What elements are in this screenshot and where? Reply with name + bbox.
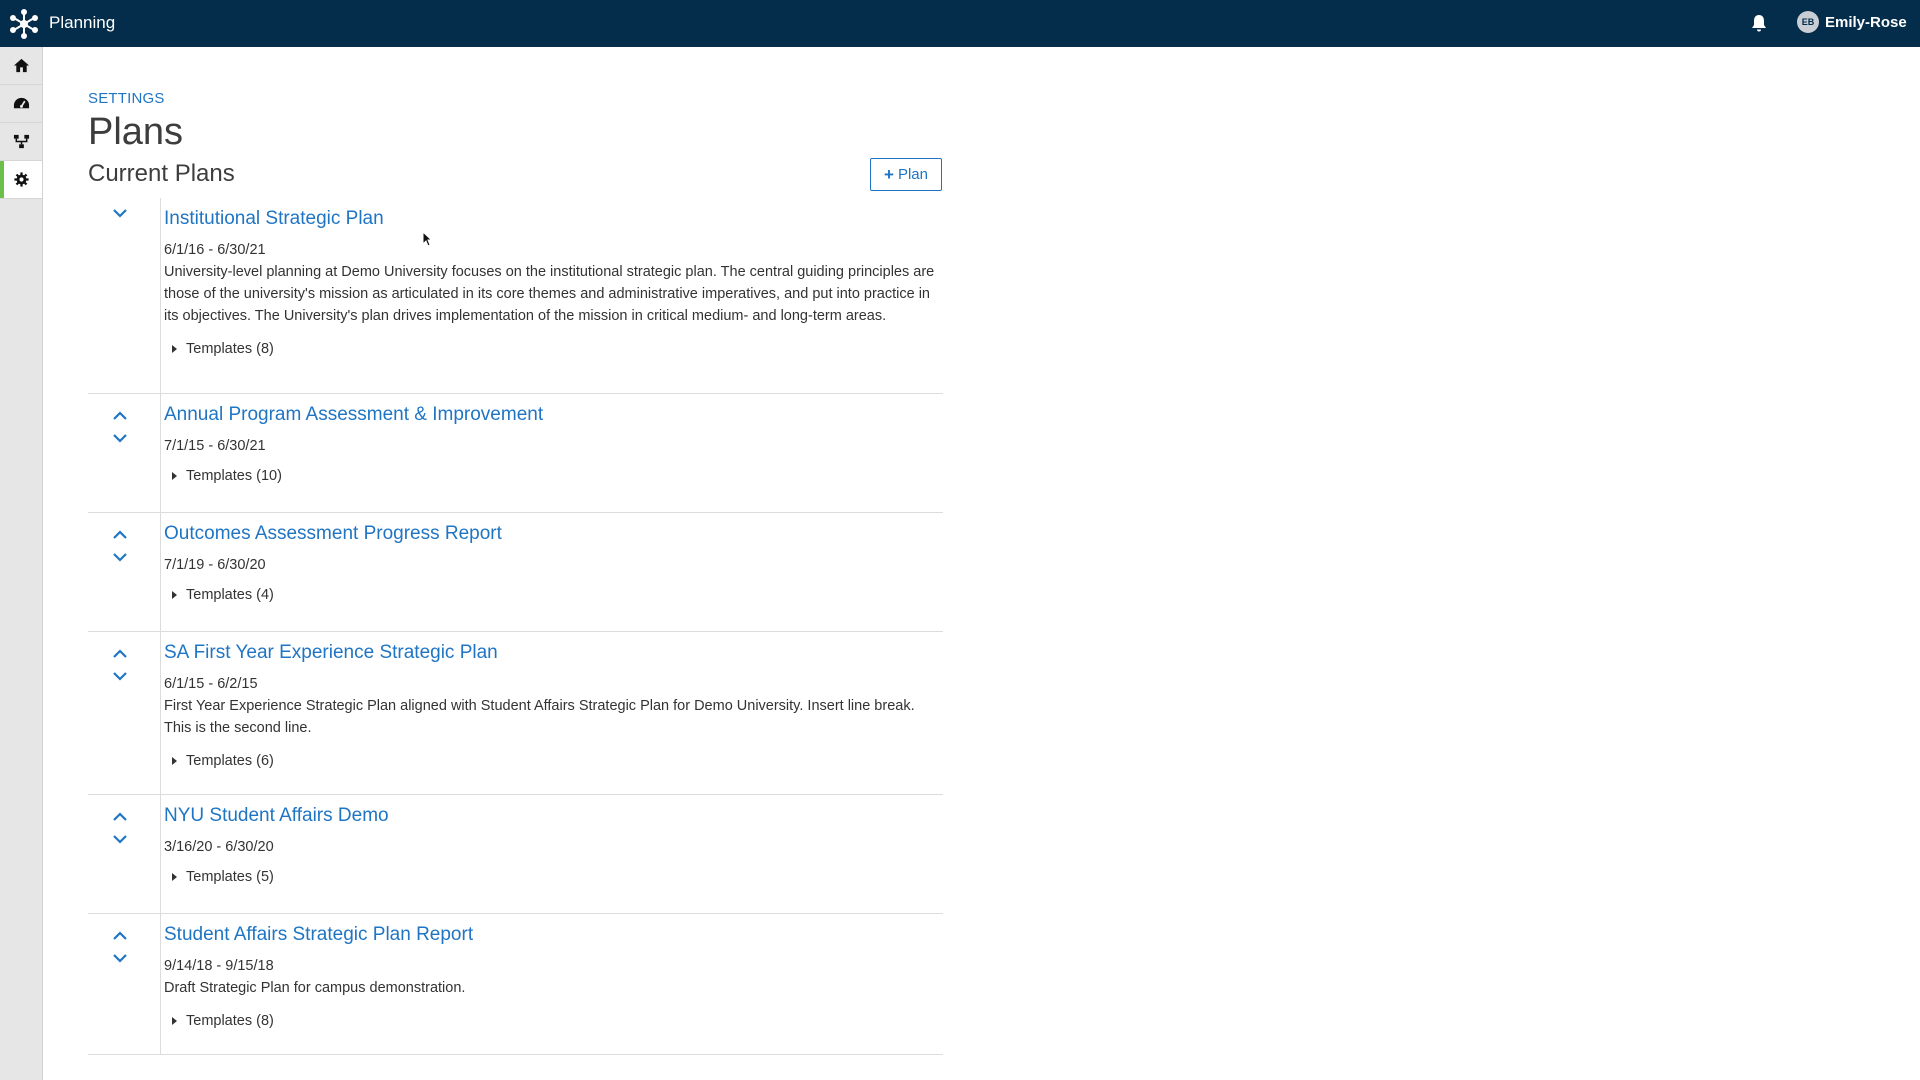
chevron-up-icon[interactable] xyxy=(112,529,128,541)
plan-title-link[interactable]: SA First Year Experience Strategic Plan xyxy=(164,642,498,664)
main-content: SETTINGS Plans Current Plans + Plan Inst… xyxy=(88,90,943,1055)
dashboard-icon xyxy=(13,97,29,109)
plan-item: Institutional Strategic Plan 6/1/16 - 6/… xyxy=(88,198,943,394)
templates-toggle[interactable]: Templates (8) xyxy=(164,341,942,357)
plan-dates: 7/1/19 - 6/30/20 xyxy=(164,557,266,573)
sidebar-item-dashboard[interactable] xyxy=(0,85,42,123)
plan-dates: 9/14/18 - 9/15/18 xyxy=(164,958,274,974)
templates-label: Templates (5) xyxy=(186,869,274,885)
plan-title-link[interactable]: Student Affairs Strategic Plan Report xyxy=(164,924,473,946)
caret-right-icon xyxy=(172,472,177,480)
plan-dates: 6/1/15 - 6/2/15 xyxy=(164,676,258,692)
sidebar-item-settings[interactable] xyxy=(0,161,42,199)
templates-label: Templates (6) xyxy=(186,753,274,769)
add-plan-button[interactable]: + Plan xyxy=(870,158,942,191)
gear-icon xyxy=(13,172,29,187)
templates-toggle[interactable]: Templates (10) xyxy=(164,468,942,484)
plan-dates: 3/16/20 - 6/30/20 xyxy=(164,839,274,855)
plus-icon: + xyxy=(884,164,894,184)
chevron-down-icon[interactable] xyxy=(112,207,128,219)
breadcrumb[interactable]: SETTINGS xyxy=(88,90,943,107)
sidebar-item-hierarchy[interactable] xyxy=(0,123,42,161)
chevron-down-icon[interactable] xyxy=(112,952,128,964)
plan-item: SA First Year Experience Strategic Plan … xyxy=(88,632,943,795)
page-title: Plans xyxy=(88,111,184,153)
templates-label: Templates (8) xyxy=(186,341,274,357)
reorder-controls xyxy=(112,207,128,229)
plan-item: Student Affairs Strategic Plan Report 9/… xyxy=(88,914,943,1055)
plan-description: First Year Experience Strategic Plan ali… xyxy=(164,698,915,736)
avatar: EB xyxy=(1797,11,1819,33)
plan-item: Annual Program Assessment & Improvement … xyxy=(88,394,943,513)
app-title[interactable]: Planning xyxy=(49,13,115,33)
plan-content: Annual Program Assessment & Improvement … xyxy=(160,394,942,513)
templates-label: Templates (4) xyxy=(186,587,274,603)
chevron-up-icon[interactable] xyxy=(112,811,128,823)
chevron-down-icon[interactable] xyxy=(112,833,128,845)
bell-icon[interactable] xyxy=(1749,13,1769,33)
templates-label: Templates (10) xyxy=(186,468,282,484)
chevron-up-icon[interactable] xyxy=(112,648,128,660)
reorder-controls xyxy=(112,930,128,974)
plan-title-link[interactable]: Outcomes Assessment Progress Report xyxy=(164,523,502,545)
home-icon xyxy=(13,58,29,73)
plan-content: Student Affairs Strategic Plan Report 9/… xyxy=(160,914,942,1055)
plan-content: SA First Year Experience Strategic Plan … xyxy=(160,632,942,795)
plan-content: Outcomes Assessment Progress Report 7/1/… xyxy=(160,513,942,632)
chevron-down-icon[interactable] xyxy=(112,432,128,444)
chevron-up-icon[interactable] xyxy=(112,410,128,422)
sidebar-item-home[interactable] xyxy=(0,47,42,85)
caret-right-icon xyxy=(172,1017,177,1025)
templates-toggle[interactable]: Templates (5) xyxy=(164,869,942,885)
templates-toggle[interactable]: Templates (4) xyxy=(164,587,942,603)
reorder-controls xyxy=(112,529,128,573)
templates-toggle[interactable]: Templates (8) xyxy=(164,1013,942,1029)
plan-item: Outcomes Assessment Progress Report 7/1/… xyxy=(88,513,943,632)
mouse-cursor-icon xyxy=(422,231,432,247)
sidebar xyxy=(0,47,43,1080)
network-logo-icon[interactable] xyxy=(8,8,40,40)
caret-right-icon xyxy=(172,873,177,881)
add-plan-label: Plan xyxy=(897,166,928,183)
plan-title-link[interactable]: Institutional Strategic Plan xyxy=(164,208,384,230)
chevron-down-icon[interactable] xyxy=(112,551,128,563)
caret-right-icon xyxy=(172,345,177,353)
plan-item: NYU Student Affairs Demo 3/16/20 - 6/30/… xyxy=(88,795,943,914)
reorder-controls xyxy=(112,410,128,454)
plan-title-link[interactable]: NYU Student Affairs Demo xyxy=(164,805,389,827)
user-name: Emily-Rose xyxy=(1825,13,1907,31)
chevron-up-icon[interactable] xyxy=(112,930,128,942)
plan-dates: 6/1/16 - 6/30/21 xyxy=(164,242,266,258)
reorder-controls xyxy=(112,811,128,855)
reorder-controls xyxy=(112,648,128,692)
top-bar: Planning EB Emily-Rose xyxy=(0,0,1920,47)
plan-list: Institutional Strategic Plan 6/1/16 - 6/… xyxy=(88,198,943,1055)
plan-dates: 7/1/15 - 6/30/21 xyxy=(164,438,266,454)
user-menu[interactable]: EB Emily-Rose xyxy=(1797,11,1907,33)
templates-label: Templates (8) xyxy=(186,1013,274,1029)
hierarchy-icon xyxy=(13,134,29,149)
caret-right-icon xyxy=(172,757,177,765)
plan-title-link[interactable]: Annual Program Assessment & Improvement xyxy=(164,404,543,426)
caret-right-icon xyxy=(172,591,177,599)
section-header: Current Plans + Plan xyxy=(88,154,943,198)
templates-toggle[interactable]: Templates (6) xyxy=(164,753,942,769)
section-title: Current Plans xyxy=(88,160,235,187)
plan-description: Draft Strategic Plan for campus demonstr… xyxy=(164,980,466,996)
plan-description: University-level planning at Demo Univer… xyxy=(164,264,935,324)
plan-content: NYU Student Affairs Demo 3/16/20 - 6/30/… xyxy=(160,795,942,914)
chevron-down-icon[interactable] xyxy=(112,670,128,682)
plan-content: Institutional Strategic Plan 6/1/16 - 6/… xyxy=(160,198,942,394)
